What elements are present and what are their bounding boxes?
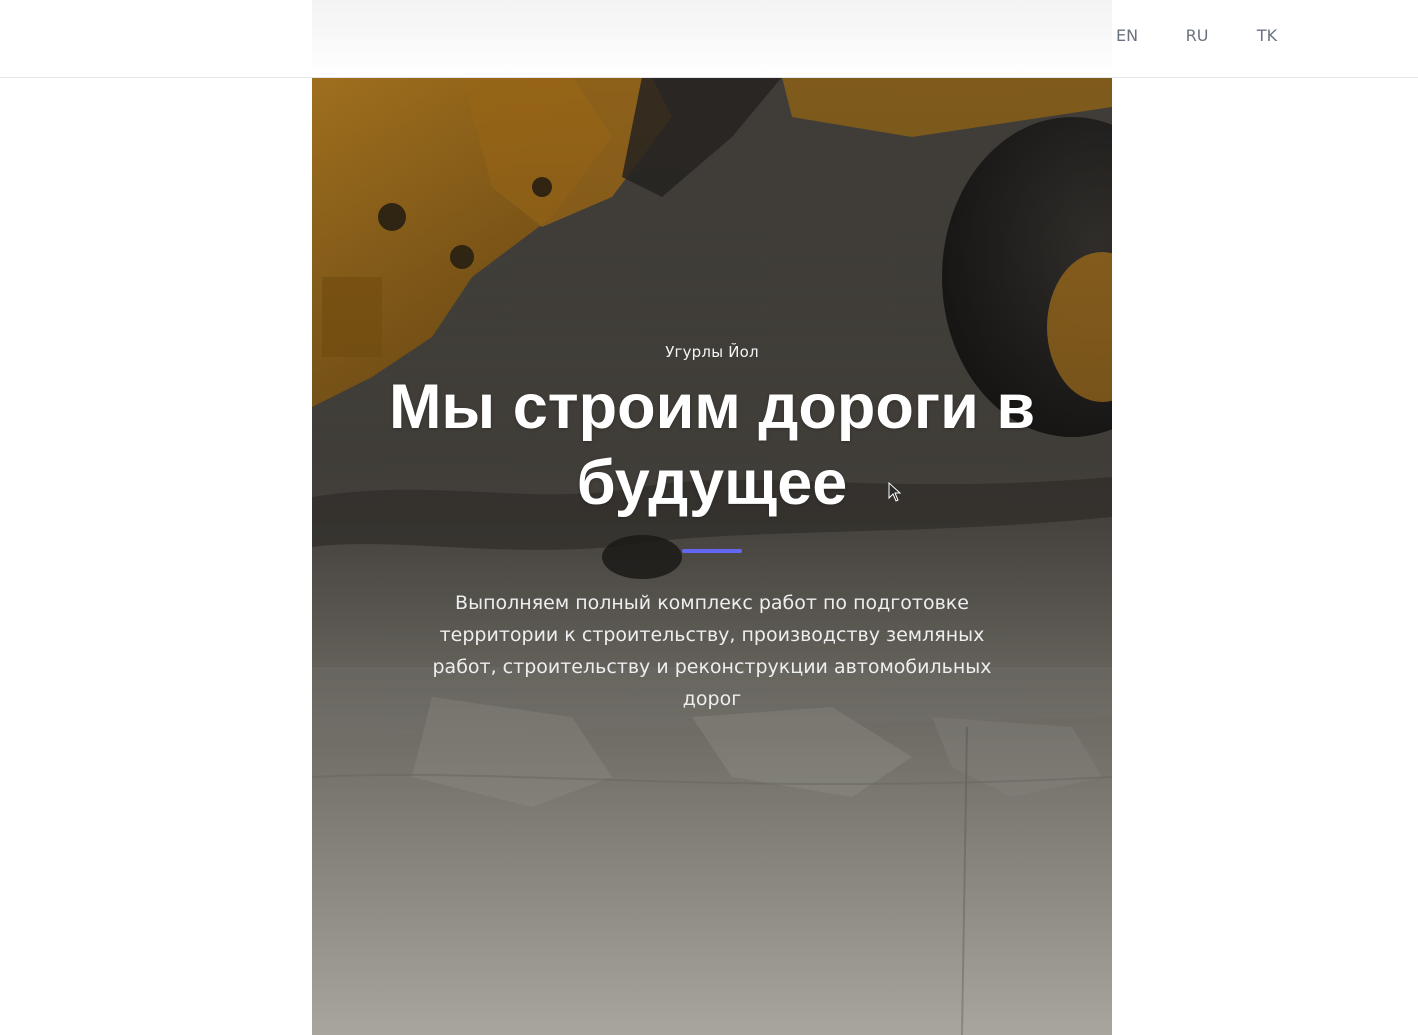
hero-headline: Мы строим дороги в будущее [388,372,1036,518]
mouse-cursor-icon [888,482,902,502]
headline-divider [682,549,742,553]
language-option-tk[interactable]: TK [1232,26,1302,46]
site-header: EN RU TK [0,0,1418,78]
company-name: Угурлы Йол [665,343,759,361]
language-option-en[interactable]: EN [1092,26,1162,46]
language-switcher: EN RU TK [1092,26,1302,46]
hero-dark-overlay [312,77,1112,1035]
hero-section: Угурлы Йол Мы строим дороги в будущее Вы… [312,77,1112,1035]
language-option-ru[interactable]: RU [1162,26,1232,46]
hero-description: Выполняем полный комплекс работ по подго… [432,592,992,710]
header-background-fade [312,0,1112,77]
